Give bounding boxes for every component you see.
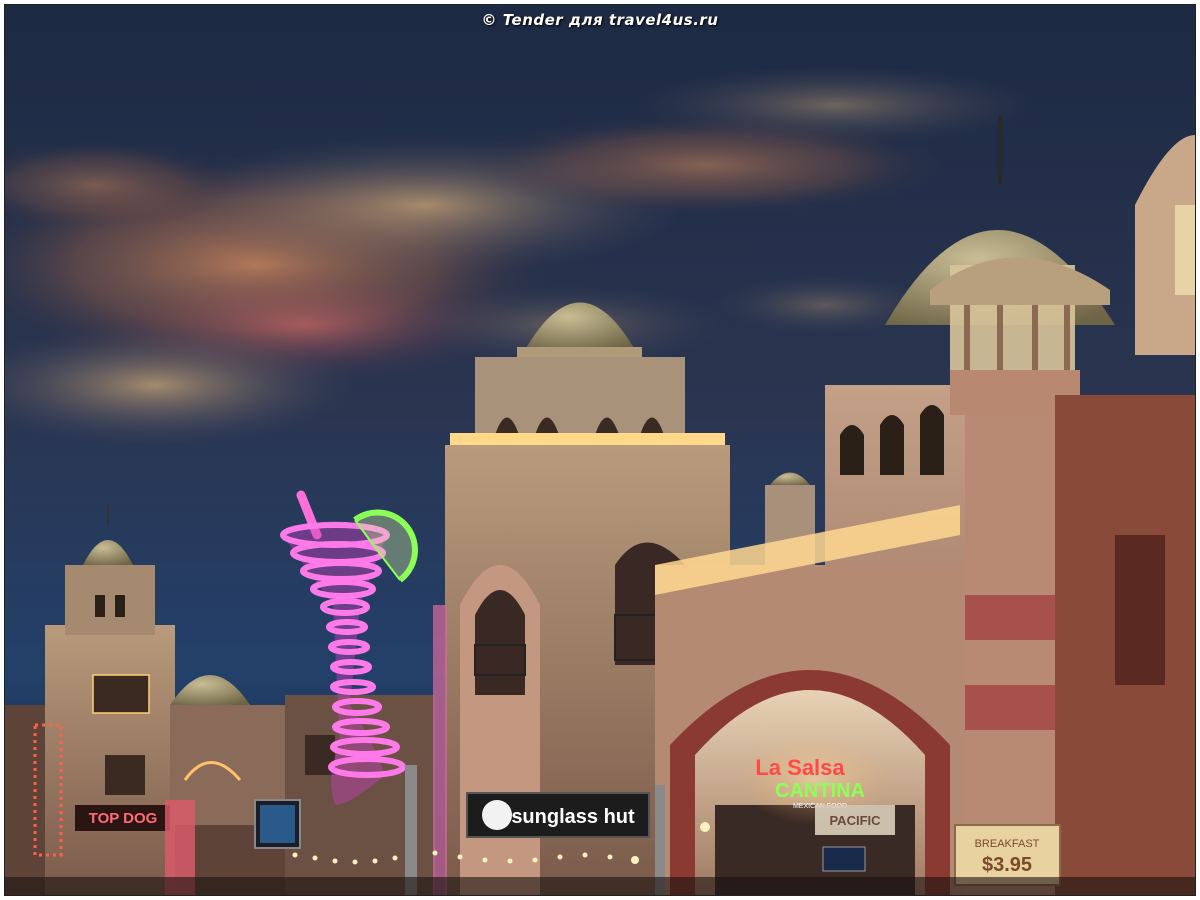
ground-shadow [5,877,1195,895]
left-neon-sign: TOP DOG [89,810,158,827]
la-salsa-text: La Salsa [755,755,845,780]
sunglass-hut-text: sunglass hut [511,806,635,828]
breakfast-sign-line1: BREAKFAST [975,838,1040,850]
photo-frame: TOP DOG BREAKFAST $3.95 La Salsa CANTINA… [4,4,1196,896]
cantina-text: CANTINA [775,780,865,802]
breakfast-sign-price: $3.95 [982,854,1032,876]
casino-mall-night-scene: TOP DOG BREAKFAST $3.95 La Salsa CANTINA… [5,5,1195,895]
watermark-text: © Tender для travel4us.ru [481,11,719,29]
pacific-sign: PACIFIC [829,813,881,828]
